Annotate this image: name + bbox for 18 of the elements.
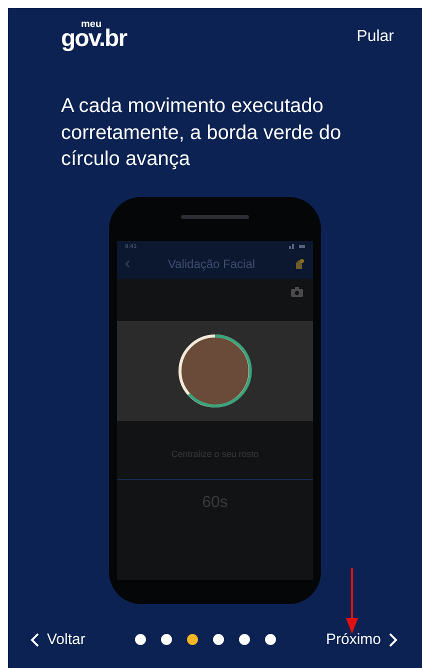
chevron-right-icon <box>389 632 398 646</box>
annotation-arrow <box>346 568 358 634</box>
logo-text: gov.br <box>61 27 127 51</box>
page-dot[interactable] <box>213 634 224 645</box>
skip-button[interactable]: Pular <box>356 24 394 50</box>
page-dot[interactable] <box>265 634 276 645</box>
phone-speaker <box>181 214 249 219</box>
heading: A cada movimento executado corretamente, a borda verde do círculo avança <box>61 94 342 172</box>
page-dot[interactable] <box>135 634 146 645</box>
screen-title: Validação Facial <box>168 256 256 271</box>
next-button[interactable]: Próximo <box>324 629 400 650</box>
chevron-left-icon <box>30 632 39 646</box>
page-dot[interactable] <box>161 634 172 645</box>
page-dot[interactable] <box>239 634 250 645</box>
back-button[interactable]: Voltar <box>28 629 88 650</box>
status-icons-icon <box>289 244 305 250</box>
logo-text: meu <box>81 20 102 30</box>
page-dot[interactable] <box>187 634 198 645</box>
